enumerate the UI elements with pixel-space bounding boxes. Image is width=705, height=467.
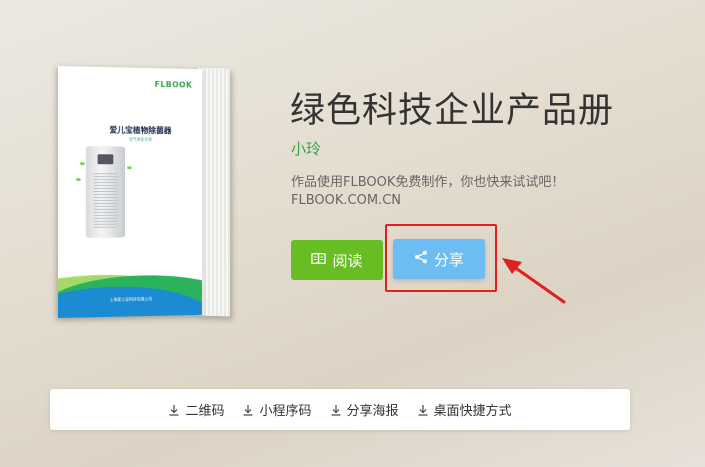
cover-subtitle: 空气净化专家 — [128, 136, 153, 142]
annotation-arrow-icon — [502, 258, 566, 304]
book-cover-mockup[interactable]: FLBOOK 爱儿宝植物除菌器 空气净化专家 上海爱儿宝科技有限公司 — [58, 66, 234, 320]
bottom-toolbar: 二维码 小程序码 分享海报 桌面快捷方式 — [50, 389, 630, 430]
leaf-icon — [75, 178, 81, 182]
page-title: 绿色科技企业产品册 — [290, 91, 615, 131]
qrcode-download[interactable]: 二维码 — [168, 400, 224, 419]
desktop-shortcut-label: 桌面快捷方式 — [433, 404, 512, 419]
book-pages — [198, 67, 230, 317]
read-button[interactable]: 阅读 — [291, 240, 383, 280]
leaf-icon — [126, 166, 132, 170]
download-icon — [331, 404, 340, 416]
highlight-box — [385, 224, 497, 292]
description-line: 作品使用FLBOOK免费制作，你也快来试试吧！ — [291, 175, 565, 190]
author-link[interactable]: 小玲 — [291, 138, 321, 159]
cover-brand: FLBOOK — [154, 79, 193, 90]
leaf-icon — [79, 162, 85, 166]
download-icon — [243, 404, 253, 416]
download-icon — [169, 404, 179, 416]
miniprogram-code-label: 小程序码 — [259, 404, 312, 419]
book-cover: FLBOOK 爱儿宝植物除菌器 空气净化专家 上海爱儿宝科技有限公司 — [58, 66, 202, 318]
description: 作品使用FLBOOK免费制作，你也快来试试吧！ FLBOOK.COM.CN — [291, 174, 564, 210]
cover-title: 爱儿宝植物除菌器 — [109, 125, 172, 136]
description-url: FLBOOK.COM.CN — [291, 193, 401, 208]
qrcode-label: 二维码 — [185, 404, 225, 419]
share-poster-download[interactable]: 分享海报 — [330, 400, 399, 419]
download-icon — [418, 404, 428, 416]
desktop-shortcut-download[interactable]: 桌面快捷方式 — [417, 400, 512, 419]
read-button-label: 阅读 — [332, 251, 363, 270]
book-open-icon — [311, 251, 327, 269]
miniprogram-code-download[interactable]: 小程序码 — [242, 400, 312, 419]
share-poster-label: 分享海报 — [346, 404, 399, 419]
purifier-panel — [97, 154, 114, 165]
